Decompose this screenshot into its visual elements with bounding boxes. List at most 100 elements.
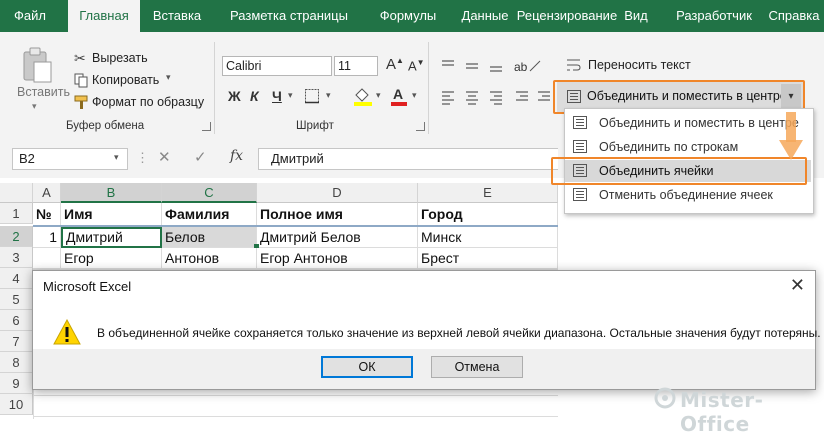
- enter-icon[interactable]: ✓: [194, 148, 207, 166]
- dialog-footer: ОК Отмена: [33, 349, 815, 389]
- table-cell[interactable]: 1: [33, 227, 61, 248]
- row-header[interactable]: 10: [0, 394, 33, 415]
- cut-label: Вырезать: [92, 51, 148, 65]
- table-header-cell[interactable]: №: [33, 203, 61, 226]
- wrap-text-button[interactable]: Переносить текст: [566, 56, 696, 76]
- table-header-cell[interactable]: Фамилия: [162, 203, 257, 226]
- bold-button[interactable]: Ж: [228, 88, 241, 104]
- paste-dropdown-arrow[interactable]: ▾: [32, 101, 37, 112]
- tab-review[interactable]: Рецензирование: [502, 0, 632, 32]
- unmerge-cells-icon: [573, 188, 587, 201]
- active-cell[interactable]: Дмитрий: [61, 227, 162, 248]
- row-header[interactable]: 7: [0, 331, 33, 352]
- warning-icon: [53, 319, 81, 345]
- merge-cells-icon: [573, 116, 587, 129]
- row-header[interactable]: 6: [0, 310, 33, 331]
- table-cell[interactable]: Егор Антонов: [257, 248, 418, 269]
- copy-icon: [74, 73, 88, 88]
- arrow-down-icon: [779, 112, 803, 160]
- tab-home[interactable]: Главная: [68, 0, 140, 32]
- table-header-cell[interactable]: Город: [418, 203, 558, 226]
- selected-cell[interactable]: Белов: [162, 227, 257, 248]
- table-cell[interactable]: Брест: [418, 248, 558, 269]
- increase-font-icon[interactable]: A▲: [386, 56, 404, 73]
- close-icon[interactable]: ✕: [790, 275, 805, 296]
- tab-view[interactable]: Вид: [616, 0, 656, 32]
- format-painter-button[interactable]: Формат по образцу: [74, 94, 204, 112]
- borders-icon[interactable]: [304, 88, 320, 104]
- tab-help[interactable]: Справка: [764, 0, 824, 32]
- font-name-combo[interactable]: Calibri: [222, 56, 332, 76]
- dialog-title: Microsoft Excel: [43, 279, 132, 294]
- insert-function-button[interactable]: fx: [230, 148, 243, 164]
- table-cell[interactable]: Егор: [61, 248, 162, 269]
- menu-item-unmerge[interactable]: Отменить объединение ячеек: [565, 184, 811, 206]
- menu-item-label: Отменить объединение ячеек: [599, 188, 773, 202]
- paste-button[interactable]: [20, 46, 54, 84]
- table-header-cell[interactable]: Полное имя: [257, 203, 418, 226]
- table-header-cell[interactable]: Имя: [61, 203, 162, 226]
- dialog-message: В объединенной ячейке сохраняется только…: [97, 326, 821, 340]
- name-box[interactable]: B2: [12, 148, 128, 170]
- menu-item-merge-center[interactable]: Объединить и поместить в центре: [565, 112, 811, 134]
- row-header[interactable]: 9: [0, 373, 33, 394]
- dialog-body: В объединенной ячейке сохраняется только…: [33, 303, 821, 353]
- copy-dropdown-arrow[interactable]: ▾: [166, 72, 171, 83]
- column-header[interactable]: B: [61, 183, 162, 203]
- clipboard-group-label: Буфер обмена: [66, 120, 145, 132]
- font-size-combo[interactable]: 11: [334, 56, 378, 76]
- ribbon-tab-bar: Файл Главная Вставка Разметка страницы Ф…: [0, 0, 824, 32]
- cancel-button[interactable]: Отмена: [431, 356, 523, 378]
- scissors-icon: ✂: [74, 50, 86, 66]
- merge-across-icon: [573, 140, 587, 153]
- table-cell[interactable]: Минск: [418, 227, 558, 248]
- horizontal-align-icons[interactable]: [440, 90, 550, 106]
- table-cell[interactable]: [33, 248, 61, 269]
- column-header[interactable]: D: [257, 183, 418, 203]
- font-color-icon[interactable]: A: [390, 86, 408, 106]
- clipboard-launcher-icon[interactable]: [202, 122, 211, 131]
- tab-formulas[interactable]: Формулы: [368, 0, 448, 32]
- tab-file[interactable]: Файл: [6, 0, 54, 32]
- row-header[interactable]: 1: [0, 203, 33, 224]
- row-header[interactable]: 8: [0, 352, 33, 373]
- select-all-corner[interactable]: [0, 183, 33, 203]
- column-header[interactable]: C: [162, 183, 257, 203]
- decrease-font-icon[interactable]: A▼: [408, 58, 425, 73]
- column-header[interactable]: E: [418, 183, 558, 203]
- copy-label: Копировать: [92, 73, 160, 87]
- vertical-align-icons[interactable]: ab: [440, 58, 550, 74]
- borders-dropdown-arrow[interactable]: ▾: [326, 90, 331, 101]
- font-color-letter: A: [393, 86, 404, 102]
- tab-page-layout[interactable]: Разметка страницы: [214, 0, 364, 32]
- table-cell[interactable]: Дмитрий Белов: [257, 227, 418, 248]
- group-divider: [428, 42, 429, 134]
- underline-dropdown-arrow[interactable]: ▾: [288, 90, 293, 101]
- cut-button[interactable]: ✂ Вырезать: [74, 50, 164, 68]
- formula-input[interactable]: Дмитрий: [258, 148, 558, 170]
- tab-insert[interactable]: Вставка: [144, 0, 210, 32]
- row-header[interactable]: 2: [0, 226, 33, 247]
- row-header[interactable]: 4: [0, 268, 33, 289]
- row-header[interactable]: 5: [0, 289, 33, 310]
- underline-button[interactable]: Ч: [272, 88, 282, 104]
- font-launcher-icon[interactable]: [416, 122, 425, 131]
- font-color-bar: [391, 102, 407, 106]
- fill-color-icon[interactable]: [352, 86, 374, 106]
- wrap-text-label: Переносить текст: [588, 58, 691, 72]
- copy-button[interactable]: Копировать ▾: [74, 72, 184, 90]
- column-header[interactable]: A: [33, 183, 61, 203]
- cancel-icon[interactable]: ✕: [158, 148, 171, 166]
- table-cell[interactable]: Антонов: [162, 248, 257, 269]
- watermark-logo-icon: [654, 387, 676, 409]
- menu-item-merge-across[interactable]: Объединить по строкам: [565, 136, 811, 158]
- tab-developer[interactable]: Разработчик: [664, 0, 764, 32]
- italic-button[interactable]: К: [250, 88, 259, 104]
- ok-button[interactable]: ОК: [321, 356, 413, 378]
- row-header[interactable]: 3: [0, 247, 33, 268]
- fill-dropdown-arrow[interactable]: ▾: [376, 90, 381, 101]
- font-color-dropdown-arrow[interactable]: ▾: [412, 90, 417, 101]
- name-box-dropdown-arrow[interactable]: ▾: [114, 152, 119, 163]
- font-group-label: Шрифт: [296, 120, 334, 132]
- paste-label: Вставить: [17, 85, 70, 99]
